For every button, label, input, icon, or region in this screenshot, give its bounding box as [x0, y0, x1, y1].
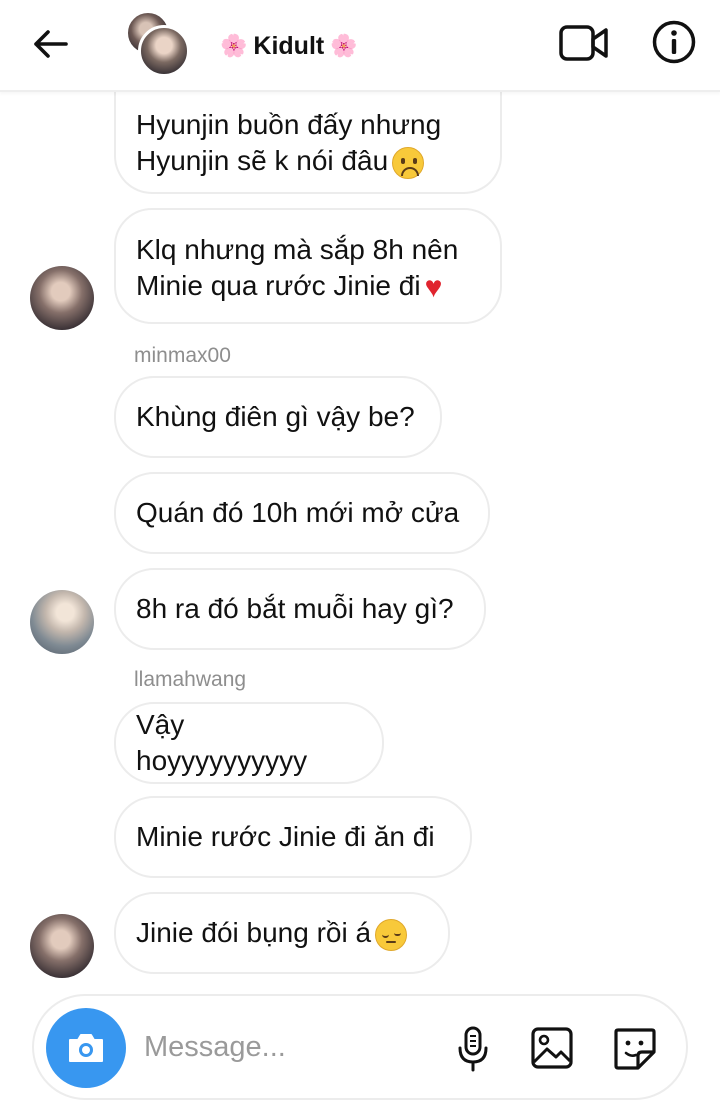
microphone-button[interactable] [448, 1022, 498, 1076]
message-text: Khùng điên gì vậy be? [136, 401, 415, 432]
chat-title[interactable]: 🌸 Kidult 🌸 [220, 28, 358, 64]
sticker-icon [614, 1028, 656, 1070]
message-bubble[interactable]: Quán đó 10h mới mở cửa [114, 472, 490, 554]
message-bubble[interactable]: Hyunjin buồn đấy nhưng Hyunjin sẽ k nói … [114, 80, 502, 194]
red-heart-icon: ♥ [424, 270, 443, 304]
sticker-button[interactable] [610, 1024, 660, 1074]
message-text: 8h ra đó bắt muỗi hay gì? [136, 593, 454, 624]
camera-icon [69, 1034, 103, 1062]
message-text-content: Klq nhưng mà sắp 8h nên Minie qua rước J… [136, 234, 459, 301]
video-camera-icon [559, 25, 608, 61]
camera-button[interactable] [46, 1008, 126, 1088]
message-bubble[interactable]: Jinie đói bụng rồi á [114, 892, 450, 974]
image-icon [531, 1027, 573, 1069]
sender-name: llamahwang [134, 668, 247, 691]
message-text: Klq nhưng mà sắp 8h nên Minie qua rước J… [136, 232, 458, 304]
sender-name: minmax00 [134, 344, 231, 367]
message-text: Jinie đói bụng rồi á [136, 915, 408, 951]
gallery-button[interactable] [528, 1024, 576, 1072]
message-text-content: Jinie đói bụng rồi á [136, 917, 372, 948]
arrow-left-icon [34, 30, 68, 58]
message-text: Vậy hoyyyyyyyyyy [136, 709, 308, 776]
sender-avatar[interactable] [30, 266, 94, 330]
message-text: Hyunjin buồn đấy nhưng Hyunjin sẽ k nói … [136, 107, 441, 179]
group-avatar[interactable] [126, 11, 192, 77]
message-input[interactable] [144, 1022, 434, 1072]
cherry-blossom-icon: 🌸 [220, 33, 248, 58]
info-icon [652, 20, 696, 64]
sad-face-icon [392, 146, 425, 179]
message-composer [32, 994, 688, 1100]
message-text: Quán đó 10h mới mở cửa [136, 497, 460, 528]
chat-title-text: Kidult [253, 31, 325, 60]
video-call-button[interactable] [556, 18, 612, 68]
message-bubble[interactable]: Minie rước Jinie đi ăn đi [114, 796, 472, 878]
sender-avatar[interactable] [30, 914, 94, 978]
back-button[interactable] [26, 20, 74, 68]
message-bubble[interactable]: Khùng điên gì vậy be? [114, 376, 442, 458]
message-bubble[interactable]: Klq nhưng mà sắp 8h nên Minie qua rước J… [114, 208, 502, 324]
message-text: Minie rước Jinie đi ăn đi [136, 821, 435, 852]
group-avatar-front [138, 25, 190, 77]
chat-header: 🌸 Kidult 🌸 [0, 0, 720, 92]
message-bubble[interactable]: 8h ra đó bắt muỗi hay gì? [114, 568, 486, 650]
cherry-blossom-icon: 🌸 [330, 33, 358, 58]
message-bubble[interactable]: Vậy hoyyyyyyyyyy [114, 702, 384, 784]
microphone-icon [458, 1026, 488, 1072]
sender-avatar[interactable] [30, 590, 94, 654]
info-button[interactable] [648, 16, 700, 68]
pensive-face-icon [375, 918, 408, 951]
